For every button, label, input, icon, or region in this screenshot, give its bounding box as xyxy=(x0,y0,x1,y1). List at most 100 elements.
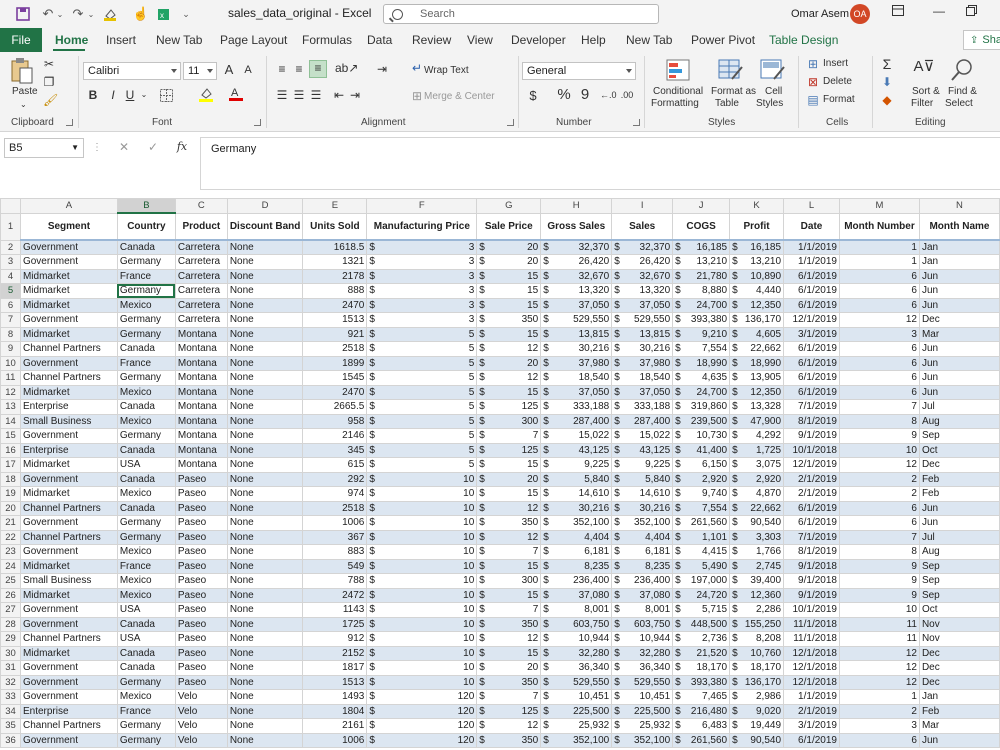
table-cell[interactable]: 11 xyxy=(838,616,920,632)
table-cell[interactable]: $15 xyxy=(476,587,542,603)
table-cell[interactable]: $3 xyxy=(366,239,478,255)
wrap-text-icon[interactable]: ↵ xyxy=(410,61,424,75)
table-column-header[interactable]: Segment xyxy=(19,212,118,241)
table-cell[interactable]: $30,216 xyxy=(540,500,613,516)
table-cell[interactable]: $41,400 xyxy=(672,442,731,458)
table-cell[interactable]: 6/1/2019 xyxy=(783,341,840,357)
touch-mode-icon[interactable]: ☝ xyxy=(133,5,149,23)
align-left-icon[interactable]: ☰ xyxy=(275,88,289,102)
table-cell[interactable]: 12 xyxy=(838,645,920,661)
decrease-decimal-icon[interactable]: .00 xyxy=(619,88,635,102)
table-cell[interactable]: None xyxy=(226,602,304,618)
table-cell[interactable]: Paseo xyxy=(174,573,228,589)
table-cell[interactable]: Velo xyxy=(174,718,228,734)
row-header[interactable]: 10 xyxy=(0,355,21,371)
table-cell[interactable]: $9,740 xyxy=(672,486,731,502)
table-cell[interactable]: Jun xyxy=(918,384,1000,400)
table-cell[interactable]: $10 xyxy=(366,500,478,516)
table-cell[interactable]: $21,520 xyxy=(672,645,731,661)
font-color-icon[interactable]: A xyxy=(229,86,243,107)
table-cell[interactable]: $10 xyxy=(366,529,478,545)
table-cell[interactable]: 8/1/2019 xyxy=(783,413,840,429)
row-header[interactable]: 32 xyxy=(0,674,21,690)
table-cell[interactable]: 6 xyxy=(838,355,920,371)
table-cell[interactable]: Midmarket xyxy=(19,297,118,313)
table-cell[interactable]: 12 xyxy=(838,457,920,473)
orientation-icon[interactable]: ab↗ xyxy=(335,61,358,75)
table-cell[interactable]: $13,320 xyxy=(540,283,613,299)
table-cell[interactable]: None xyxy=(226,370,304,386)
table-cell[interactable]: $39,400 xyxy=(729,573,785,589)
table-cell[interactable]: $6,150 xyxy=(672,457,731,473)
customize-qat-icon[interactable]: ⌄ xyxy=(180,5,192,23)
column-header[interactable]: F xyxy=(366,198,478,214)
table-cell[interactable]: $261,560 xyxy=(672,515,731,531)
cell-styles-label[interactable]: Cell xyxy=(765,86,782,98)
table-cell[interactable]: Montana xyxy=(174,341,228,357)
table-cell[interactable]: Aug xyxy=(918,544,1000,560)
table-cell[interactable]: None xyxy=(226,486,304,502)
table-cell[interactable]: 6 xyxy=(838,515,920,531)
table-cell[interactable]: $13,210 xyxy=(729,254,785,270)
table-cell[interactable]: $155,250 xyxy=(729,616,785,632)
underline-dropdown-icon[interactable]: ⌄ xyxy=(139,88,149,102)
table-cell[interactable]: $9,020 xyxy=(729,703,785,719)
table-cell[interactable]: Mar xyxy=(918,718,1000,734)
table-cell[interactable]: Germany xyxy=(116,326,176,342)
table-cell[interactable]: $2,736 xyxy=(672,631,731,647)
table-column-header[interactable]: Country xyxy=(116,212,176,241)
row-header[interactable]: 5 xyxy=(0,283,21,299)
table-cell[interactable]: 1/1/2019 xyxy=(783,239,840,255)
table-cell[interactable]: $32,370 xyxy=(540,239,613,255)
table-cell[interactable]: $10,451 xyxy=(540,689,613,705)
table-cell[interactable]: $3 xyxy=(366,268,478,284)
table-cell[interactable]: Sep xyxy=(918,558,1000,574)
table-cell[interactable]: 1006 xyxy=(302,515,368,531)
confirm-entry-icon[interactable]: ✓ xyxy=(146,140,160,154)
delete-cells-button[interactable]: Delete xyxy=(823,76,852,88)
table-cell[interactable]: 10 xyxy=(838,442,920,458)
table-cell[interactable]: $12 xyxy=(476,529,542,545)
table-cell[interactable]: Paseo xyxy=(174,645,228,661)
table-cell[interactable]: 6 xyxy=(838,384,920,400)
table-cell[interactable]: 2178 xyxy=(302,268,368,284)
cell-styles-label-2[interactable]: Styles xyxy=(756,98,783,110)
table-cell[interactable]: 1/1/2019 xyxy=(783,254,840,270)
table-cell[interactable]: Enterprise xyxy=(19,399,118,415)
undo-icon[interactable]: ↶ xyxy=(40,5,56,23)
table-cell[interactable]: None xyxy=(226,399,304,415)
table-cell[interactable]: $10 xyxy=(366,602,478,618)
redo-dropdown-icon[interactable]: ⌄ xyxy=(86,5,96,23)
table-cell[interactable]: $15 xyxy=(476,486,542,502)
row-header[interactable]: 15 xyxy=(0,428,21,444)
row-header[interactable]: 30 xyxy=(0,645,21,661)
table-cell[interactable]: Government xyxy=(19,355,118,371)
table-cell[interactable]: $5,715 xyxy=(672,602,731,618)
table-cell[interactable]: 883 xyxy=(302,544,368,560)
table-cell[interactable]: $10 xyxy=(366,674,478,690)
table-cell[interactable]: $529,550 xyxy=(540,312,613,328)
table-cell[interactable]: $47,900 xyxy=(729,413,785,429)
table-cell[interactable]: Germany xyxy=(116,674,176,690)
table-cell[interactable]: $2,286 xyxy=(729,602,785,618)
table-cell[interactable]: $12,350 xyxy=(729,297,785,313)
table-cell[interactable]: $5 xyxy=(366,413,478,429)
table-cell[interactable]: Velo xyxy=(174,732,228,748)
table-cell[interactable]: Feb xyxy=(918,486,1000,502)
table-cell[interactable]: Channel Partners xyxy=(19,718,118,734)
table-cell[interactable]: Paseo xyxy=(174,558,228,574)
row-header[interactable]: 22 xyxy=(0,529,21,545)
table-cell[interactable]: $120 xyxy=(366,689,478,705)
table-cell[interactable]: $25,932 xyxy=(540,718,613,734)
table-cell[interactable]: $216,480 xyxy=(672,703,731,719)
table-cell[interactable]: 345 xyxy=(302,442,368,458)
table-cell[interactable]: $448,500 xyxy=(672,616,731,632)
table-cell[interactable]: Feb xyxy=(918,471,1000,487)
paste-button[interactable]: Paste xyxy=(12,86,38,98)
table-cell[interactable]: $350 xyxy=(476,732,542,748)
table-cell[interactable]: None xyxy=(226,500,304,516)
table-cell[interactable]: $32,670 xyxy=(611,268,674,284)
table-cell[interactable]: $5 xyxy=(366,442,478,458)
table-cell[interactable]: 2/1/2019 xyxy=(783,703,840,719)
format-cells-icon[interactable]: ▤ xyxy=(806,93,820,107)
